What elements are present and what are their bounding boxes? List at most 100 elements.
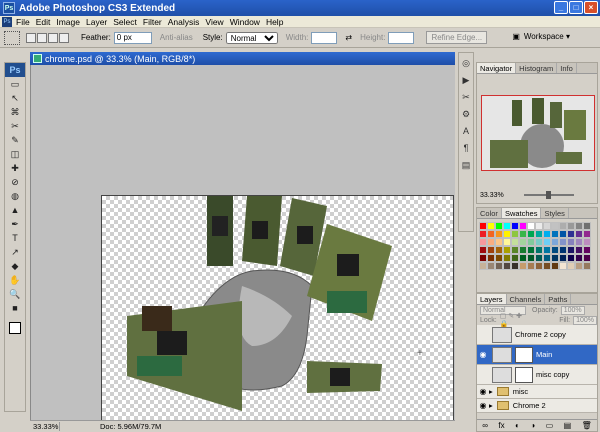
tab-layers[interactable]: Layers — [477, 294, 507, 304]
new-layer-icon[interactable]: ▤ — [564, 421, 572, 430]
swatch-60[interactable] — [511, 254, 519, 262]
layer-style-icon[interactable]: fx — [498, 421, 504, 430]
dock-icon-3[interactable]: ✂ — [459, 90, 473, 104]
tab-info[interactable]: Info — [557, 63, 577, 73]
group-expand-icon[interactable]: ▸ — [489, 387, 493, 396]
swatch-82[interactable] — [575, 262, 583, 270]
swatch-12[interactable] — [575, 222, 583, 230]
swatch-73[interactable] — [503, 262, 511, 270]
swatch-72[interactable] — [495, 262, 503, 270]
swatch-37[interactable] — [551, 238, 559, 246]
swatch-55[interactable] — [583, 246, 591, 254]
swatch-75[interactable] — [519, 262, 527, 270]
dock-icon-6[interactable]: ¶ — [459, 141, 473, 155]
visibility-eye-icon[interactable]: ◉ — [477, 387, 489, 396]
swatch-49[interactable] — [535, 246, 543, 254]
style-select[interactable]: Normal — [225, 31, 278, 44]
menu-filter[interactable]: Filter — [143, 17, 162, 27]
swatch-51[interactable] — [551, 246, 559, 254]
swatch-58[interactable] — [495, 254, 503, 262]
swatch-69[interactable] — [583, 254, 591, 262]
tab-channels[interactable]: Channels — [507, 294, 546, 304]
swatch-70[interactable] — [479, 262, 487, 270]
menu-help[interactable]: Help — [266, 17, 283, 27]
swatch-62[interactable] — [527, 254, 535, 262]
layer-mask-thumbnail[interactable] — [515, 346, 533, 363]
swatch-10[interactable] — [559, 222, 567, 230]
visibility-eye-icon[interactable]: ◉ — [477, 350, 489, 359]
swatch-30[interactable] — [495, 238, 503, 246]
type-tool-icon[interactable]: T — [5, 231, 25, 245]
color-swatches-icon[interactable] — [5, 315, 25, 341]
tab-navigator[interactable]: Navigator — [477, 63, 517, 73]
swatch-2[interactable] — [495, 222, 503, 230]
adjustment-layer-icon[interactable]: ◑ — [530, 421, 535, 430]
swatch-64[interactable] — [543, 254, 551, 262]
swatch-6[interactable] — [527, 222, 535, 230]
tab-swatches[interactable]: Swatches — [501, 208, 542, 218]
refine-edge-button[interactable]: Refine Edge... — [426, 31, 488, 44]
maximize-button[interactable]: □ — [569, 1, 583, 14]
swap-icon[interactable]: ⇄ — [345, 33, 352, 42]
dock-icon-4[interactable]: ⚙ — [459, 107, 473, 121]
dock-icon-2[interactable]: ▶ — [459, 73, 473, 87]
swatch-81[interactable] — [567, 262, 575, 270]
layer-mask-icon[interactable]: ◐ — [515, 421, 520, 430]
swatch-29[interactable] — [487, 238, 495, 246]
swatch-25[interactable] — [567, 230, 575, 238]
swatch-63[interactable] — [535, 254, 543, 262]
swatch-38[interactable] — [559, 238, 567, 246]
swatch-4[interactable] — [511, 222, 519, 230]
zoom-tool-icon[interactable]: 🔍 — [5, 287, 25, 301]
minimize-button[interactable]: _ — [554, 1, 568, 14]
swatch-20[interactable] — [527, 230, 535, 238]
swatch-65[interactable] — [551, 254, 559, 262]
swatch-50[interactable] — [543, 246, 551, 254]
ps-menu-icon[interactable]: Ps — [2, 16, 12, 27]
path-select-tool-icon[interactable]: ↗ — [5, 245, 25, 259]
foreground-color-icon[interactable]: ■ — [5, 301, 25, 315]
swatch-45[interactable] — [503, 246, 511, 254]
feather-input[interactable] — [113, 31, 152, 44]
swatch-59[interactable] — [503, 254, 511, 262]
swatch-40[interactable] — [575, 238, 583, 246]
swatch-15[interactable] — [487, 230, 495, 238]
width-input[interactable] — [311, 31, 338, 44]
menu-analysis[interactable]: Analysis — [168, 17, 200, 27]
swatch-56[interactable] — [479, 254, 487, 262]
tab-histogram[interactable]: Histogram — [516, 63, 558, 73]
delete-layer-icon[interactable]: 🗑 — [582, 421, 592, 430]
dock-icon-7[interactable]: ▤ — [459, 158, 473, 172]
dock-icon-5[interactable]: A — [459, 124, 473, 138]
healing-tool-icon[interactable]: ✚ — [5, 161, 25, 175]
crop-tool-icon[interactable]: ✂ — [5, 119, 25, 133]
pen-tool-icon[interactable]: ✒ — [5, 217, 25, 231]
swatch-11[interactable] — [567, 222, 575, 230]
swatch-66[interactable] — [559, 254, 567, 262]
swatch-21[interactable] — [535, 230, 543, 238]
swatch-35[interactable] — [535, 238, 543, 246]
swatch-16[interactable] — [495, 230, 503, 238]
antialias-checkbox[interactable]: Anti-alias — [160, 33, 193, 42]
navigator-preview[interactable] — [481, 95, 595, 171]
swatch-3[interactable] — [503, 222, 511, 230]
move-tool-icon[interactable]: ↖ — [5, 91, 25, 105]
navigator-zoom-value[interactable]: 33.33% — [480, 192, 504, 199]
marquee-tool-icon[interactable]: ▭ — [5, 77, 25, 91]
intersect-selection-icon[interactable] — [59, 32, 69, 43]
swatch-24[interactable] — [559, 230, 567, 238]
swatch-42[interactable] — [479, 246, 487, 254]
opacity-input[interactable]: 100% — [560, 305, 585, 315]
swatch-83[interactable] — [583, 262, 591, 270]
document-info[interactable]: Doc: 5.96M/79.7M — [60, 422, 161, 431]
tab-styles[interactable]: Styles — [541, 208, 569, 218]
new-group-icon[interactable]: ▭ — [546, 421, 554, 430]
tab-paths[interactable]: Paths — [545, 294, 572, 304]
swatch-27[interactable] — [583, 230, 591, 238]
swatch-76[interactable] — [527, 262, 535, 270]
close-button[interactable]: × — [584, 1, 598, 14]
swatch-74[interactable] — [511, 262, 519, 270]
navigator-zoom-slider[interactable] — [523, 191, 574, 199]
new-selection-icon[interactable] — [26, 32, 36, 43]
swatch-67[interactable] — [567, 254, 575, 262]
